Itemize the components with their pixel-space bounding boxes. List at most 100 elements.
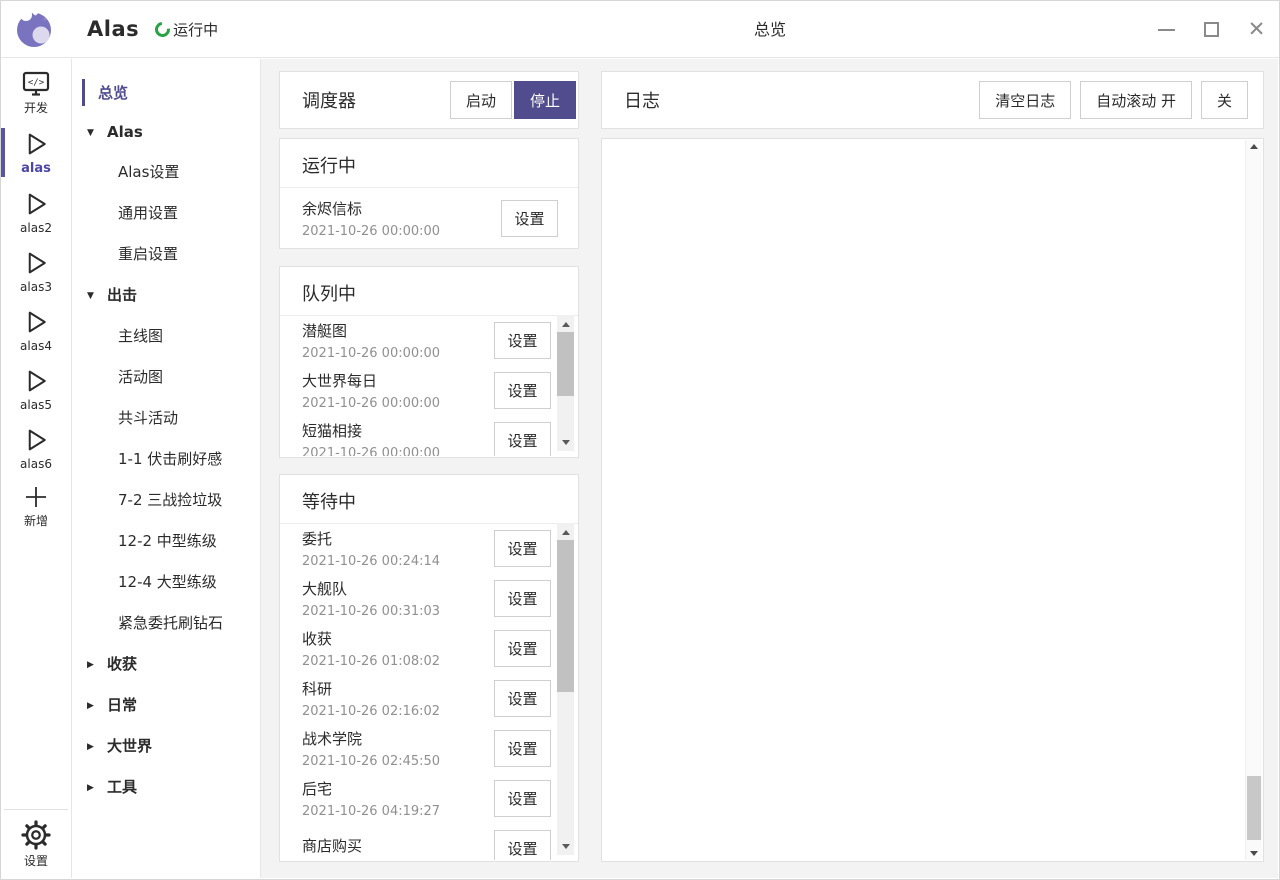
task-name: 战术学院 xyxy=(302,728,494,749)
waiting-scrollbar[interactable] xyxy=(557,523,574,855)
log-header-card: 日志 清空日志 自动滚动 开 关 xyxy=(601,71,1264,129)
waiting-title: 等待中 xyxy=(280,475,578,523)
scheduler-title: 调度器 xyxy=(302,87,450,113)
scroll-up-icon[interactable] xyxy=(557,317,574,331)
add-instance-button[interactable]: 新增 xyxy=(1,477,71,536)
task-name: 委托 xyxy=(302,528,494,549)
scroll-up-icon[interactable] xyxy=(557,525,574,539)
task-time: 2021-10-26 01:08:02 xyxy=(302,654,494,669)
instance-label: alas3 xyxy=(20,280,52,294)
running-title: 运行中 xyxy=(280,139,578,187)
scheduler-card: 调度器 启动 停止 xyxy=(279,71,579,129)
scroll-down-icon[interactable] xyxy=(1246,851,1262,856)
log-title: 日志 xyxy=(624,87,979,113)
log-card xyxy=(601,138,1264,862)
waiting-card: 等待中 委托 2021-10-26 00:24:14 设置 大舰队 2021-1… xyxy=(279,474,579,862)
stop-button[interactable]: 停止 xyxy=(514,81,576,119)
log-output xyxy=(602,140,1245,860)
caret-right-icon: ▶ xyxy=(87,660,107,670)
task-setting-button[interactable]: 设置 xyxy=(501,200,558,237)
page-title: 总览 xyxy=(261,1,1279,58)
menu-item-map-12-4[interactable]: 12-4 大型练级 xyxy=(72,561,260,602)
instance-alas2[interactable]: alas2 xyxy=(1,182,71,241)
gear-icon xyxy=(21,820,51,850)
maximize-button[interactable] xyxy=(1189,1,1234,58)
menu-item-general-settings[interactable]: 通用设置 xyxy=(72,192,260,233)
task-setting-button[interactable]: 设置 xyxy=(494,680,551,717)
task-setting-button[interactable]: 设置 xyxy=(494,580,551,617)
menu-group-opsi[interactable]: ▶大世界 xyxy=(72,725,260,766)
menu-item-map-12-2[interactable]: 12-2 中型练级 xyxy=(72,520,260,561)
instance-alas[interactable]: alas xyxy=(1,123,71,182)
caret-right-icon: ▶ xyxy=(87,701,107,711)
task-row: 后宅 2021-10-26 04:19:27 设置 xyxy=(280,773,578,823)
task-row: 收获 2021-10-26 01:08:02 设置 xyxy=(280,623,578,673)
instance-label: alas5 xyxy=(20,398,52,412)
caret-down-icon: ▼ xyxy=(87,291,107,301)
scrollbar-thumb[interactable] xyxy=(1247,776,1261,840)
settings-label: 设置 xyxy=(24,852,48,869)
start-button[interactable]: 启动 xyxy=(450,81,512,119)
menu-item-coalition[interactable]: 共斗活动 xyxy=(72,397,260,438)
task-setting-button[interactable]: 设置 xyxy=(494,730,551,767)
instance-alas5[interactable]: alas5 xyxy=(1,359,71,418)
scrollbar-thumb[interactable] xyxy=(557,332,574,396)
menu-item-event-chapter[interactable]: 活动图 xyxy=(72,356,260,397)
play-icon xyxy=(21,129,51,159)
clear-log-button[interactable]: 清空日志 xyxy=(979,81,1071,119)
task-setting-button[interactable]: 设置 xyxy=(494,372,551,409)
close-button[interactable]: ✕ xyxy=(1234,1,1279,58)
spacer xyxy=(1,536,71,809)
menu-group-campaign[interactable]: ▼出击 xyxy=(72,274,260,315)
queued-title: 队列中 xyxy=(280,267,578,315)
task-time: 2021-10-26 00:00:00 xyxy=(302,224,501,239)
task-time: 2021-10-26 02:45:50 xyxy=(302,754,494,769)
autoscroll-off-button[interactable]: 关 xyxy=(1201,81,1248,119)
menu-group-reward[interactable]: ▶收获 xyxy=(72,643,260,684)
task-setting-button[interactable]: 设置 xyxy=(494,322,551,359)
dev-button[interactable]: </> 开发 xyxy=(1,64,71,123)
task-time: 2021-10-26 00:00:00 xyxy=(302,346,494,361)
task-setting-button[interactable]: 设置 xyxy=(494,630,551,667)
scrollbar-thumb[interactable] xyxy=(557,540,574,692)
dev-monitor-icon: </> xyxy=(21,71,51,97)
menu-group-daily[interactable]: ▶日常 xyxy=(72,684,260,725)
minimize-icon xyxy=(1158,29,1175,31)
main-content: 调度器 启动 停止 运行中 余烬信标 2021-10-26 00:00:00 xyxy=(261,59,1278,878)
scroll-down-icon[interactable] xyxy=(557,435,574,449)
task-setting-button[interactable]: 设置 xyxy=(494,530,551,567)
autoscroll-on-button[interactable]: 自动滚动 开 xyxy=(1080,81,1192,119)
task-name: 科研 xyxy=(302,678,494,699)
caret-right-icon: ▶ xyxy=(87,742,107,752)
menu-item-map-7-2[interactable]: 7-2 三战捡垃圾 xyxy=(72,479,260,520)
menu-item-restart-settings[interactable]: 重启设置 xyxy=(72,233,260,274)
menu-item-alas-settings[interactable]: Alas设置 xyxy=(72,151,260,192)
app-window: Alas 运行中 总览 ✕ </> 开发 alas xyxy=(0,0,1280,880)
waiting-list: 委托 2021-10-26 00:24:14 设置 大舰队 2021-10-26… xyxy=(280,523,578,860)
minimize-button[interactable] xyxy=(1144,1,1189,58)
menu-group-alas[interactable]: ▼Alas xyxy=(72,113,260,151)
task-time: 2021-10-26 02:16:02 xyxy=(302,704,494,719)
scroll-down-icon[interactable] xyxy=(557,839,574,853)
log-scrollbar[interactable] xyxy=(1245,140,1262,860)
instance-label: alas6 xyxy=(20,457,52,471)
menu-item-main-chapter[interactable]: 主线图 xyxy=(72,315,260,356)
task-row: 战术学院 2021-10-26 02:45:50 设置 xyxy=(280,723,578,773)
queued-scrollbar[interactable] xyxy=(557,315,574,451)
menu-group-tools[interactable]: ▶工具 xyxy=(72,766,260,807)
instance-alas4[interactable]: alas4 xyxy=(1,300,71,359)
instance-alas3[interactable]: alas3 xyxy=(1,241,71,300)
menu-item-map-1-1[interactable]: 1-1 伏击刷好感 xyxy=(72,438,260,479)
settings-button[interactable]: 设置 xyxy=(1,810,71,878)
instance-alas6[interactable]: alas6 xyxy=(1,418,71,477)
menu-item-urgent-commission[interactable]: 紧急委托刷钻石 xyxy=(72,602,260,643)
scroll-up-icon[interactable] xyxy=(1246,144,1262,149)
task-name: 收获 xyxy=(302,628,494,649)
task-setting-button[interactable]: 设置 xyxy=(494,780,551,817)
task-setting-button[interactable]: 设置 xyxy=(494,422,551,457)
menu-item-overview[interactable]: 总览 xyxy=(72,72,260,113)
task-name: 余烬信标 xyxy=(302,198,501,219)
task-setting-button[interactable]: 设置 xyxy=(494,830,551,861)
divider xyxy=(280,187,578,188)
running-card: 运行中 余烬信标 2021-10-26 00:00:00 设置 xyxy=(279,138,579,249)
